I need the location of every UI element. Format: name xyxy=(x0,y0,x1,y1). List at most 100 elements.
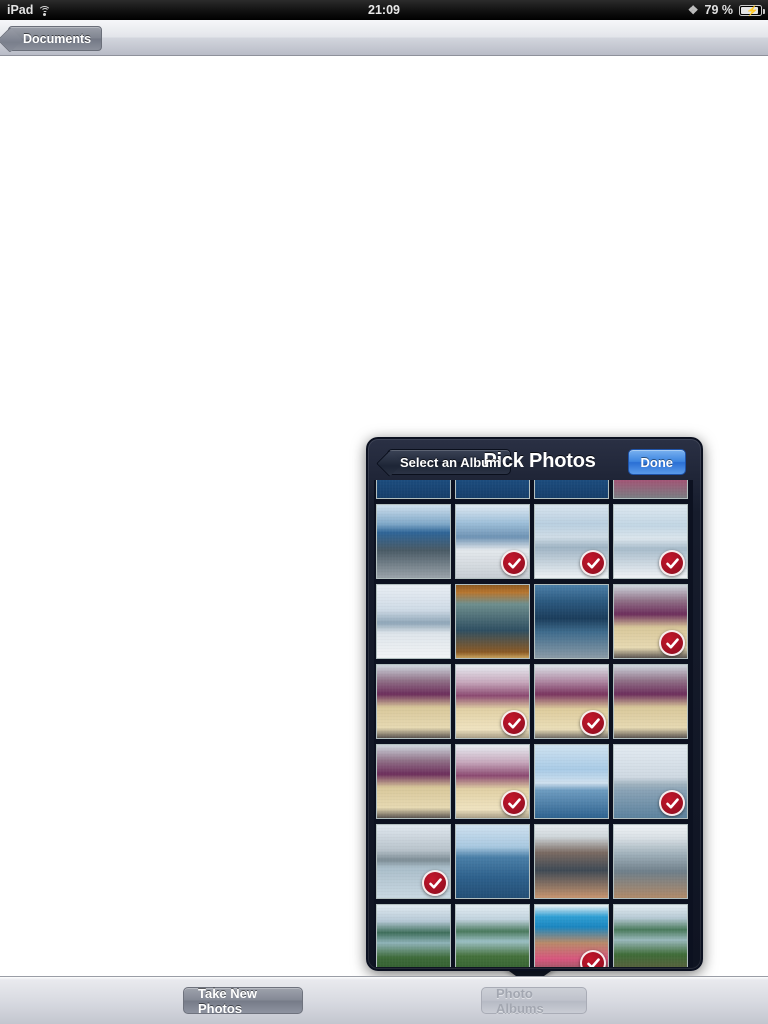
photo-thumbnail-p02 xyxy=(455,480,530,499)
photo-thumbnail-p05 xyxy=(376,504,451,579)
photo-thumbnail-p23 xyxy=(534,824,609,899)
photo-thumbnail-p03 xyxy=(534,480,609,499)
photo-texture xyxy=(614,480,687,498)
photo-texture xyxy=(377,505,450,578)
status-bar-right: ❖ 79 % ⚡ xyxy=(687,3,765,17)
selected-check-icon xyxy=(659,630,685,656)
ipad-screen: iPad 21:09 ❖ 79 % ⚡ Documents Select an … xyxy=(0,0,768,1024)
done-button[interactable]: Done xyxy=(627,449,686,475)
photo-texture xyxy=(456,825,529,898)
photo-cell[interactable] xyxy=(374,662,453,741)
photo-texture xyxy=(377,745,450,818)
photo-cell[interactable] xyxy=(611,822,690,901)
photo-thumbnail-p08 xyxy=(613,504,688,579)
selected-check-icon xyxy=(501,550,527,576)
photo-cell[interactable] xyxy=(532,502,611,581)
photo-cell[interactable] xyxy=(374,502,453,581)
bluetooth-icon: ❖ xyxy=(687,3,699,17)
photo-cell[interactable] xyxy=(374,822,453,901)
photo-thumbnail-p11 xyxy=(534,584,609,659)
photo-thumbnail-p25 xyxy=(376,904,451,967)
photo-cell[interactable] xyxy=(453,822,532,901)
photo-thumbnail-p18 xyxy=(455,744,530,819)
photo-albums-label: Photo Albums xyxy=(496,985,544,1016)
photo-texture xyxy=(614,825,687,898)
photo-cell[interactable] xyxy=(611,902,690,967)
photo-texture xyxy=(535,825,608,898)
photo-thumbnail-p13 xyxy=(376,664,451,739)
photo-cell[interactable] xyxy=(453,742,532,821)
photo-thumbnail-p12 xyxy=(613,584,688,659)
photo-albums-button[interactable]: Photo Albums xyxy=(481,985,587,1016)
photo-cell[interactable] xyxy=(532,902,611,967)
photo-cell[interactable] xyxy=(453,582,532,661)
bottom-toolbar: Take New Photos Photo Albums xyxy=(0,976,768,1024)
photo-texture xyxy=(535,745,608,818)
battery-percent-label: 79 % xyxy=(704,3,734,17)
photo-cell[interactable] xyxy=(374,742,453,821)
photo-cell[interactable] xyxy=(611,662,690,741)
photo-cell[interactable] xyxy=(374,902,453,967)
photo-thumbnail-p14 xyxy=(455,664,530,739)
photo-cell[interactable] xyxy=(532,822,611,901)
photo-thumbnail-p20 xyxy=(613,744,688,819)
photo-thumbnail-p17 xyxy=(376,744,451,819)
photo-thumbnail-p06 xyxy=(455,504,530,579)
photo-cell[interactable] xyxy=(532,742,611,821)
take-new-photos-button[interactable]: Take New Photos xyxy=(183,985,303,1016)
selected-check-icon xyxy=(580,710,606,736)
photo-grid-scroll-view[interactable] xyxy=(374,480,693,967)
selected-check-icon xyxy=(659,790,685,816)
photo-texture xyxy=(377,585,450,658)
photo-texture xyxy=(456,585,529,658)
popover-navigation-bar: Select an Album Pick Photos Done xyxy=(371,442,698,482)
photo-cell[interactable] xyxy=(611,480,690,501)
back-button-label: Documents xyxy=(23,31,92,46)
photo-thumbnail-p21 xyxy=(376,824,451,899)
selected-check-icon xyxy=(580,550,606,576)
photo-thumbnail-p15 xyxy=(534,664,609,739)
photo-texture xyxy=(377,905,450,967)
select-an-album-label: Select an Album xyxy=(400,454,501,470)
photo-cell[interactable] xyxy=(611,582,690,661)
photo-thumbnail-p22 xyxy=(455,824,530,899)
photo-thumbnail-p26 xyxy=(455,904,530,967)
photo-cell[interactable] xyxy=(453,502,532,581)
selected-check-icon xyxy=(501,710,527,736)
photo-thumbnail-p10 xyxy=(455,584,530,659)
photo-thumbnail-p04 xyxy=(613,480,688,499)
photo-thumbnail-p01 xyxy=(376,480,451,499)
pick-photos-popover: Select an Album Pick Photos Done xyxy=(366,437,703,971)
photo-thumbnail-p07 xyxy=(534,504,609,579)
photo-texture xyxy=(456,480,529,498)
photo-cell[interactable] xyxy=(532,480,611,501)
photo-thumbnail-p28 xyxy=(613,904,688,967)
take-new-photos-label: Take New Photos xyxy=(198,985,258,1016)
done-button-label: Done xyxy=(640,454,674,470)
photo-texture xyxy=(456,905,529,967)
photo-cell[interactable] xyxy=(532,662,611,741)
photo-cell[interactable] xyxy=(374,582,453,661)
photo-cell[interactable] xyxy=(532,582,611,661)
photo-thumbnail-p24 xyxy=(613,824,688,899)
photo-texture xyxy=(377,480,450,498)
photo-grid xyxy=(374,480,690,967)
photo-texture xyxy=(614,665,687,738)
status-bar: iPad 21:09 ❖ 79 % ⚡ xyxy=(0,0,768,20)
photo-thumbnail-p27 xyxy=(534,904,609,967)
selected-check-icon xyxy=(501,790,527,816)
back-button-documents[interactable]: Documents xyxy=(8,26,103,51)
photo-cell[interactable] xyxy=(374,480,453,501)
photo-cell[interactable] xyxy=(453,662,532,741)
navigation-bar: Documents xyxy=(0,20,768,56)
photo-cell[interactable] xyxy=(453,480,532,501)
photo-thumbnail-p19 xyxy=(534,744,609,819)
photo-thumbnail-p16 xyxy=(613,664,688,739)
photo-texture xyxy=(614,905,687,967)
photo-cell[interactable] xyxy=(611,502,690,581)
selected-check-icon xyxy=(422,870,448,896)
photo-cell[interactable] xyxy=(611,742,690,821)
photo-texture xyxy=(535,585,608,658)
photo-cell[interactable] xyxy=(453,902,532,967)
clock-label: 21:09 xyxy=(368,3,400,17)
